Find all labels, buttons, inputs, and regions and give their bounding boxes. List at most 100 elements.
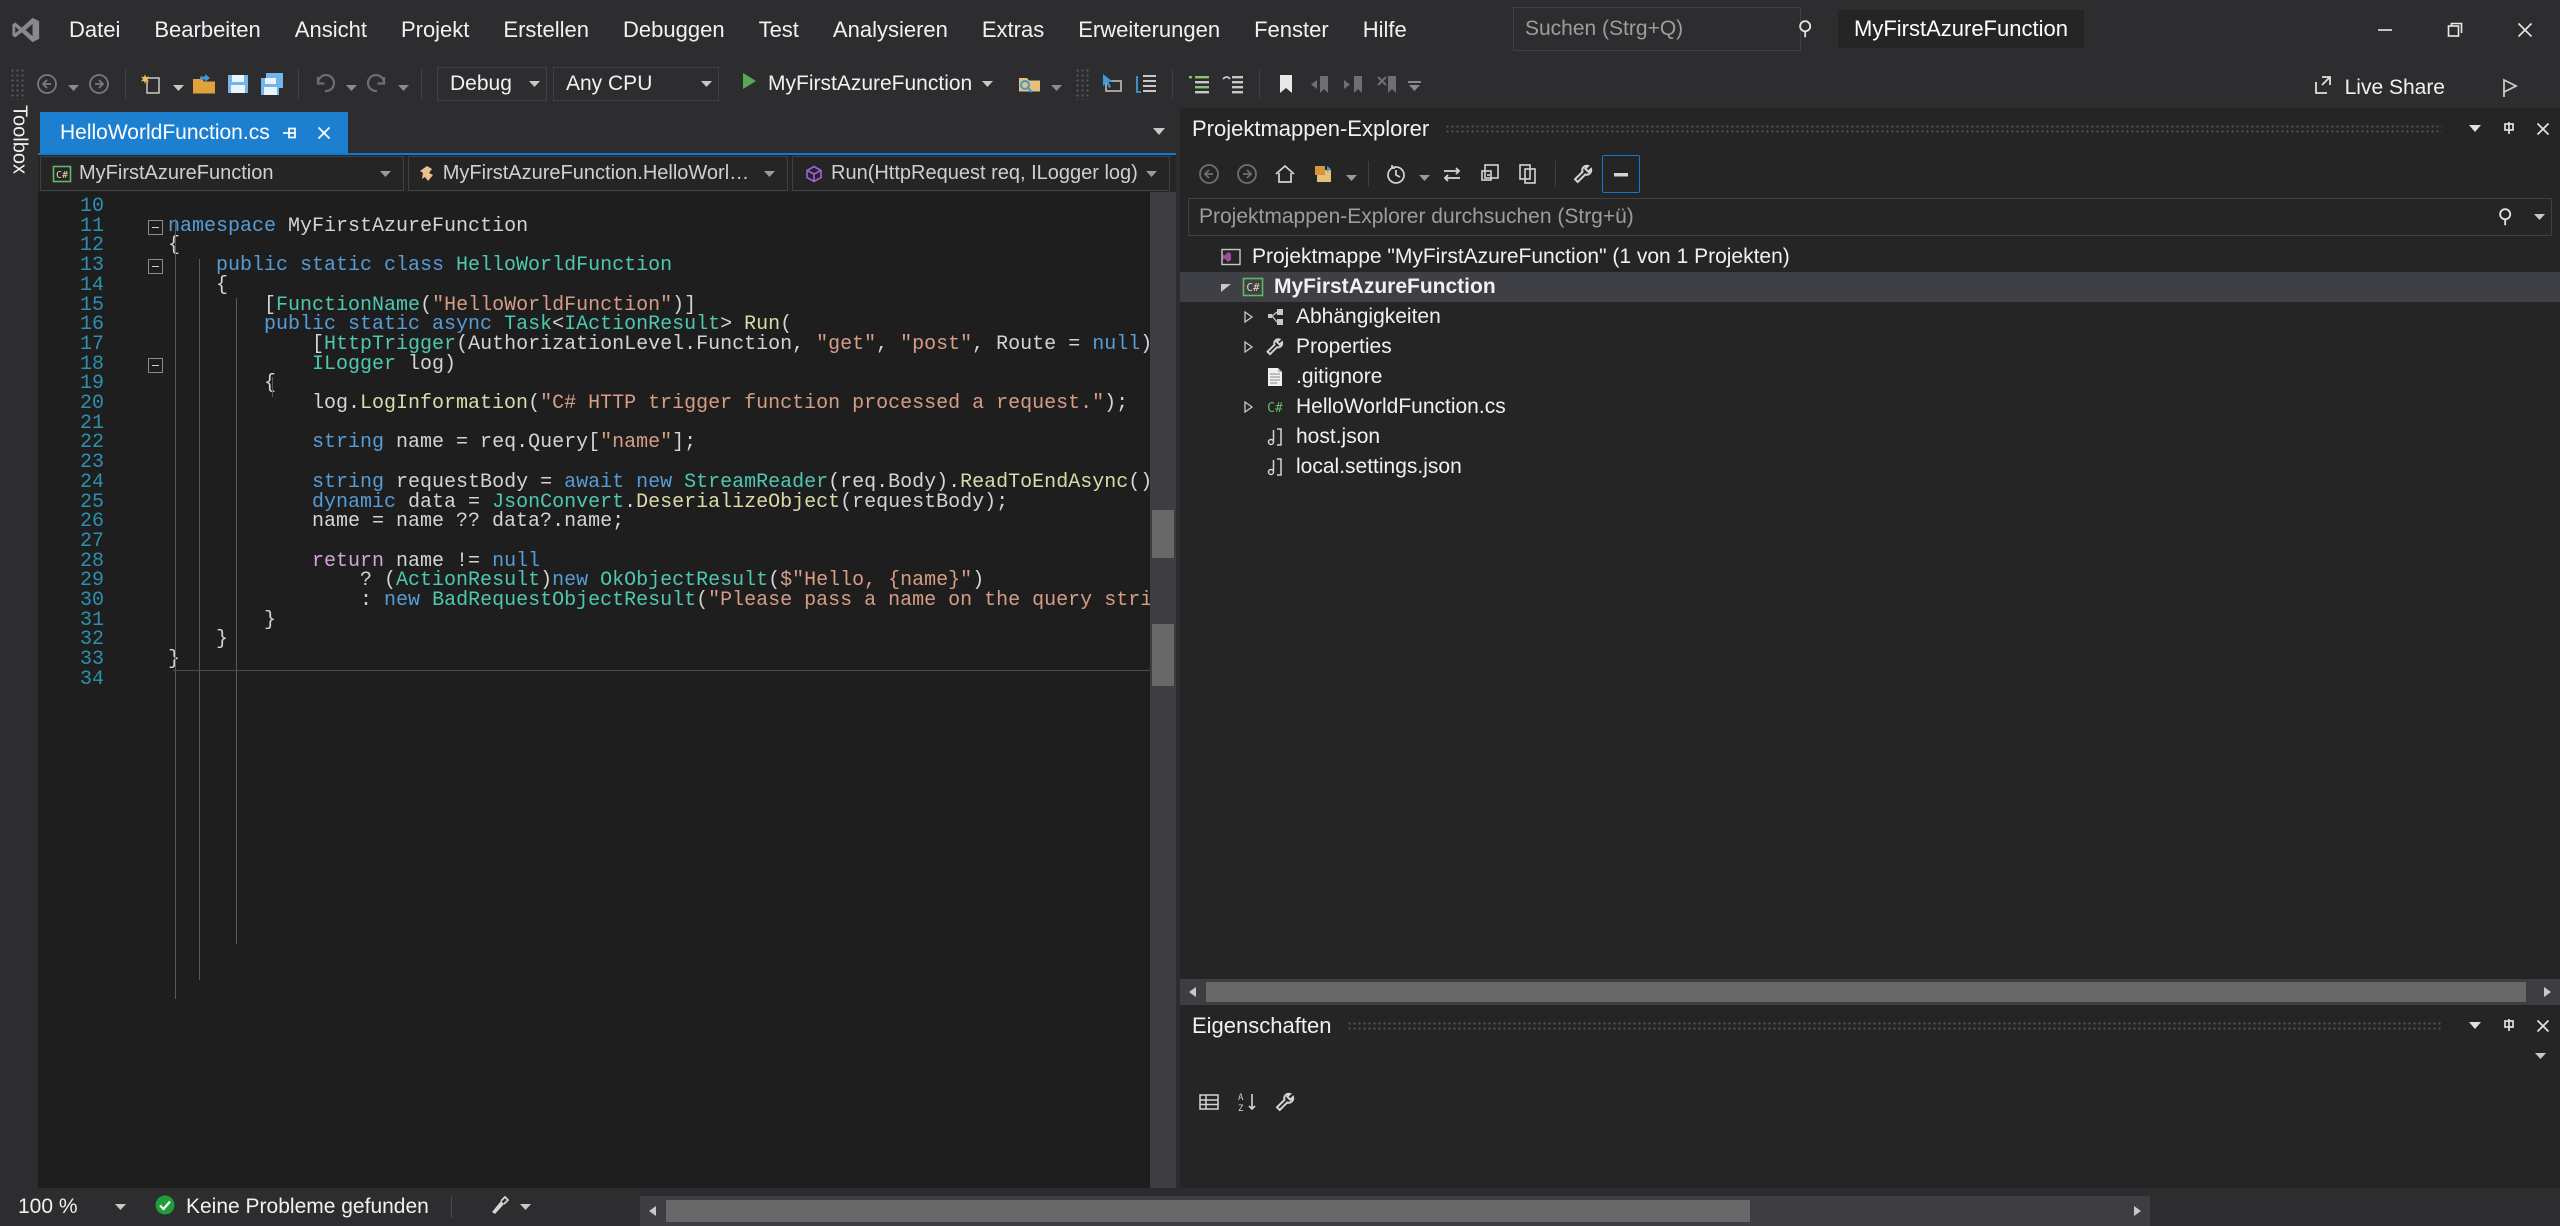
- uncomment-selection-icon[interactable]: [1216, 66, 1250, 102]
- categorized-view-icon[interactable]: [1190, 1083, 1228, 1121]
- tree-item-projektmappe-myfirstazurefunction-1-von-1-projekten[interactable]: Projektmappe "MyFirstAzureFunction" (1 v…: [1180, 242, 2560, 272]
- close-icon[interactable]: [310, 118, 338, 148]
- editor-tab-helloworldfunction[interactable]: HelloWorldFunction.cs: [40, 112, 348, 153]
- previous-bookmark-icon[interactable]: [1303, 66, 1337, 102]
- new-item-dropdown[interactable]: [169, 66, 187, 102]
- configuration-combo[interactable]: Debug: [437, 67, 547, 101]
- refresh-icon[interactable]: [1471, 155, 1509, 193]
- tree-expand-arrow-icon[interactable]: [1214, 280, 1238, 294]
- navigate-back-icon[interactable]: [30, 66, 64, 102]
- tree-expand-arrow-icon[interactable]: [1236, 400, 1260, 414]
- toolbar-grip-2[interactable]: [1075, 68, 1091, 100]
- properties-object-dropdown[interactable]: [2535, 1047, 2546, 1065]
- zoom-level-combo[interactable]: 100 %: [0, 1188, 140, 1226]
- open-file-icon[interactable]: [187, 66, 221, 102]
- tree-item-gitignore[interactable]: .gitignore: [1180, 362, 2560, 392]
- save-icon[interactable]: [221, 66, 255, 102]
- fold-toggle-icon[interactable]: [148, 220, 163, 235]
- property-pages-wrench-icon[interactable]: [1266, 1083, 1304, 1121]
- close-icon[interactable]: [2526, 1009, 2560, 1043]
- navigate-forward-icon[interactable]: [82, 66, 116, 102]
- source-control-status[interactable]: [488, 1193, 531, 1222]
- tree-expand-arrow-icon[interactable]: [1236, 310, 1260, 324]
- menu-fenster[interactable]: Fenster: [1237, 0, 1346, 59]
- pin-icon[interactable]: [276, 118, 304, 148]
- close-icon[interactable]: [2526, 112, 2560, 146]
- live-share-button[interactable]: Live Share: [2291, 70, 2455, 106]
- chevron-down-icon[interactable]: [2527, 214, 2551, 221]
- scroll-left-arrow[interactable]: [1180, 986, 1206, 998]
- show-all-files-icon[interactable]: [1509, 155, 1547, 193]
- toolbar-grip[interactable]: [10, 68, 26, 100]
- chevron-down-icon[interactable]: [2458, 112, 2492, 146]
- tree-item-local-settings-json[interactable]: local.settings.json: [1180, 452, 2560, 482]
- next-bookmark-icon[interactable]: [1337, 66, 1371, 102]
- quick-launch-search[interactable]: [1513, 7, 1801, 51]
- tree-item-properties[interactable]: Properties: [1180, 332, 2560, 362]
- scrollbar-thumb[interactable]: [666, 1200, 1750, 1222]
- code-line[interactable]: 20 log.LogInformation("C# HTTP trigger f…: [38, 394, 1138, 414]
- menu-erweiterungen[interactable]: Erweiterungen: [1061, 0, 1237, 59]
- scrollbar-thumb[interactable]: [1152, 510, 1174, 558]
- menu-erstellen[interactable]: Erstellen: [486, 0, 606, 59]
- comment-selection-icon[interactable]: [1182, 66, 1216, 102]
- clear-bookmarks-icon[interactable]: [1371, 66, 1405, 102]
- pin-icon[interactable]: [2492, 112, 2526, 146]
- restore-button[interactable]: [2420, 0, 2490, 59]
- toolbox-tab[interactable]: Toolbox: [0, 108, 38, 1188]
- scroll-right-arrow[interactable]: [2534, 979, 2560, 1005]
- find-dropdown[interactable]: [1047, 66, 1065, 102]
- start-debug-button[interactable]: MyFirstAzureFunction: [729, 66, 999, 102]
- nav-project-combo[interactable]: C# MyFirstAzureFunction: [40, 156, 404, 191]
- minimize-button[interactable]: [2350, 0, 2420, 59]
- menu-bearbeiten[interactable]: Bearbeiten: [137, 0, 277, 59]
- code-line[interactable]: 11namespace MyFirstAzureFunction: [38, 217, 1138, 237]
- menu-ansicht[interactable]: Ansicht: [278, 0, 384, 59]
- find-in-files-icon[interactable]: [1013, 66, 1047, 102]
- editor-horizontal-scrollbar[interactable]: [640, 1196, 2150, 1226]
- scrollbar-thumb[interactable]: [1152, 624, 1174, 686]
- navigate-back-icon[interactable]: [1190, 155, 1228, 193]
- panel-drag-dots[interactable]: [1347, 1021, 2442, 1031]
- toolbar-overflow[interactable]: [1405, 66, 1423, 102]
- tree-item-abh-ngigkeiten[interactable]: Abhängigkeiten: [1180, 302, 2560, 332]
- nav-type-combo[interactable]: MyFirstAzureFunction.HelloWorldFunction: [408, 156, 788, 191]
- menu-debuggen[interactable]: Debuggen: [606, 0, 742, 59]
- fold-toggle-icon[interactable]: [148, 358, 163, 373]
- close-button[interactable]: [2490, 0, 2560, 59]
- pending-changes-icon[interactable]: [1304, 155, 1342, 193]
- menu-test[interactable]: Test: [742, 0, 816, 59]
- chevron-down-icon[interactable]: [1146, 117, 1172, 147]
- scrollbar-thumb[interactable]: [1206, 982, 2526, 1002]
- menu-datei[interactable]: Datei: [52, 0, 137, 59]
- platform-combo[interactable]: Any CPU: [553, 67, 719, 101]
- search-input[interactable]: [1514, 17, 1796, 41]
- tree-item-host-json[interactable]: host.json: [1180, 422, 2560, 452]
- menu-projekt[interactable]: Projekt: [384, 0, 486, 59]
- solution-search-input[interactable]: [1189, 205, 2487, 229]
- code-editor[interactable]: 1011namespace MyFirstAzureFunction12{13 …: [38, 192, 1176, 1188]
- history-dropdown[interactable]: [1415, 156, 1433, 192]
- collapse-all-icon[interactable]: [1602, 155, 1640, 193]
- code-line[interactable]: 34: [38, 670, 1138, 690]
- bookmark-icon[interactable]: [1269, 66, 1303, 102]
- properties-wrench-icon[interactable]: [1564, 155, 1602, 193]
- alphabetical-sort-icon[interactable]: A Z: [1228, 1083, 1266, 1121]
- undo-icon[interactable]: [308, 66, 342, 102]
- code-line[interactable]: 22 string name = req.Query["name"];: [38, 433, 1138, 453]
- code-line[interactable]: 33}: [38, 650, 1138, 670]
- select-element-icon[interactable]: [1095, 66, 1129, 102]
- panel-drag-dots[interactable]: [1445, 124, 2442, 134]
- history-icon[interactable]: [1377, 155, 1415, 193]
- tree-item-helloworldfunction-cs[interactable]: C#HelloWorldFunction.cs: [1180, 392, 2560, 422]
- solution-tree[interactable]: Projektmappe "MyFirstAzureFunction" (1 v…: [1180, 236, 2560, 482]
- undo-dropdown[interactable]: [342, 66, 360, 102]
- redo-icon[interactable]: [360, 66, 394, 102]
- menu-extras[interactable]: Extras: [965, 0, 1061, 59]
- editor-vertical-scrollbar[interactable]: [1150, 192, 1176, 1188]
- tree-expand-arrow-icon[interactable]: [1236, 340, 1260, 354]
- new-item-icon[interactable]: [135, 66, 169, 102]
- feedback-icon[interactable]: [2490, 70, 2530, 106]
- menu-hilfe[interactable]: Hilfe: [1346, 0, 1424, 59]
- solution-horizontal-scrollbar[interactable]: [1180, 979, 2560, 1005]
